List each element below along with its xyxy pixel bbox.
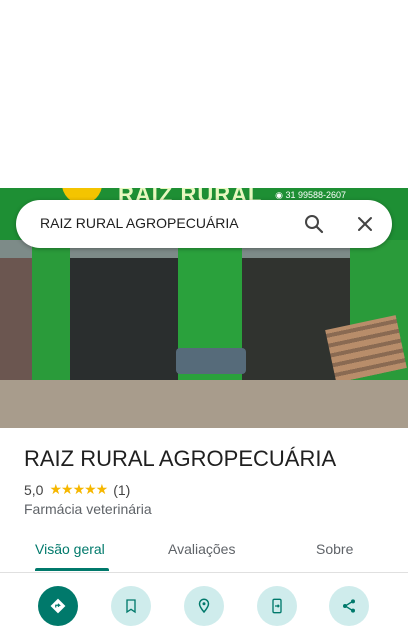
directions-icon [50, 598, 66, 614]
wheelbarrow [176, 348, 246, 374]
bookmark-icon [126, 599, 136, 614]
place-tabs: Visão geral Avaliações Sobre [0, 526, 408, 573]
left-post [32, 240, 70, 380]
star-icon: ★★★★★ [49, 481, 108, 497]
tab-reviews[interactable]: Avaliações [168, 541, 235, 557]
share-icon [343, 599, 355, 613]
map-blank-area [0, 0, 408, 188]
tab-about[interactable]: Sobre [316, 541, 353, 557]
send-to-phone-button[interactable] [257, 586, 297, 626]
search-icon[interactable] [302, 212, 326, 236]
close-icon[interactable] [353, 212, 377, 236]
save-button[interactable] [111, 586, 151, 626]
tab-overview[interactable]: Visão geral [35, 541, 105, 557]
nearby-button[interactable] [184, 586, 224, 626]
left-wall [0, 258, 32, 380]
action-bar [0, 586, 408, 626]
ground [0, 380, 408, 428]
active-tab-indicator [35, 568, 109, 571]
rating-row[interactable]: 5,0 ★★★★★ (1) [24, 481, 130, 498]
search-input[interactable]: RAIZ RURAL AGROPECUÁRIA [40, 215, 239, 231]
search-bar[interactable]: RAIZ RURAL AGROPECUÁRIA [16, 200, 392, 248]
send-to-phone-icon [272, 598, 282, 614]
nearby-icon [198, 598, 210, 614]
place-title: RAIZ RURAL AGROPECUÁRIA [24, 446, 337, 471]
directions-button[interactable] [38, 586, 78, 626]
rating-value: 5,0 [24, 481, 44, 498]
place-category[interactable]: Farmácia veterinária [24, 501, 152, 517]
shop-door-left [70, 258, 178, 380]
review-count[interactable]: (1) [113, 482, 130, 498]
share-button[interactable] [329, 586, 369, 626]
